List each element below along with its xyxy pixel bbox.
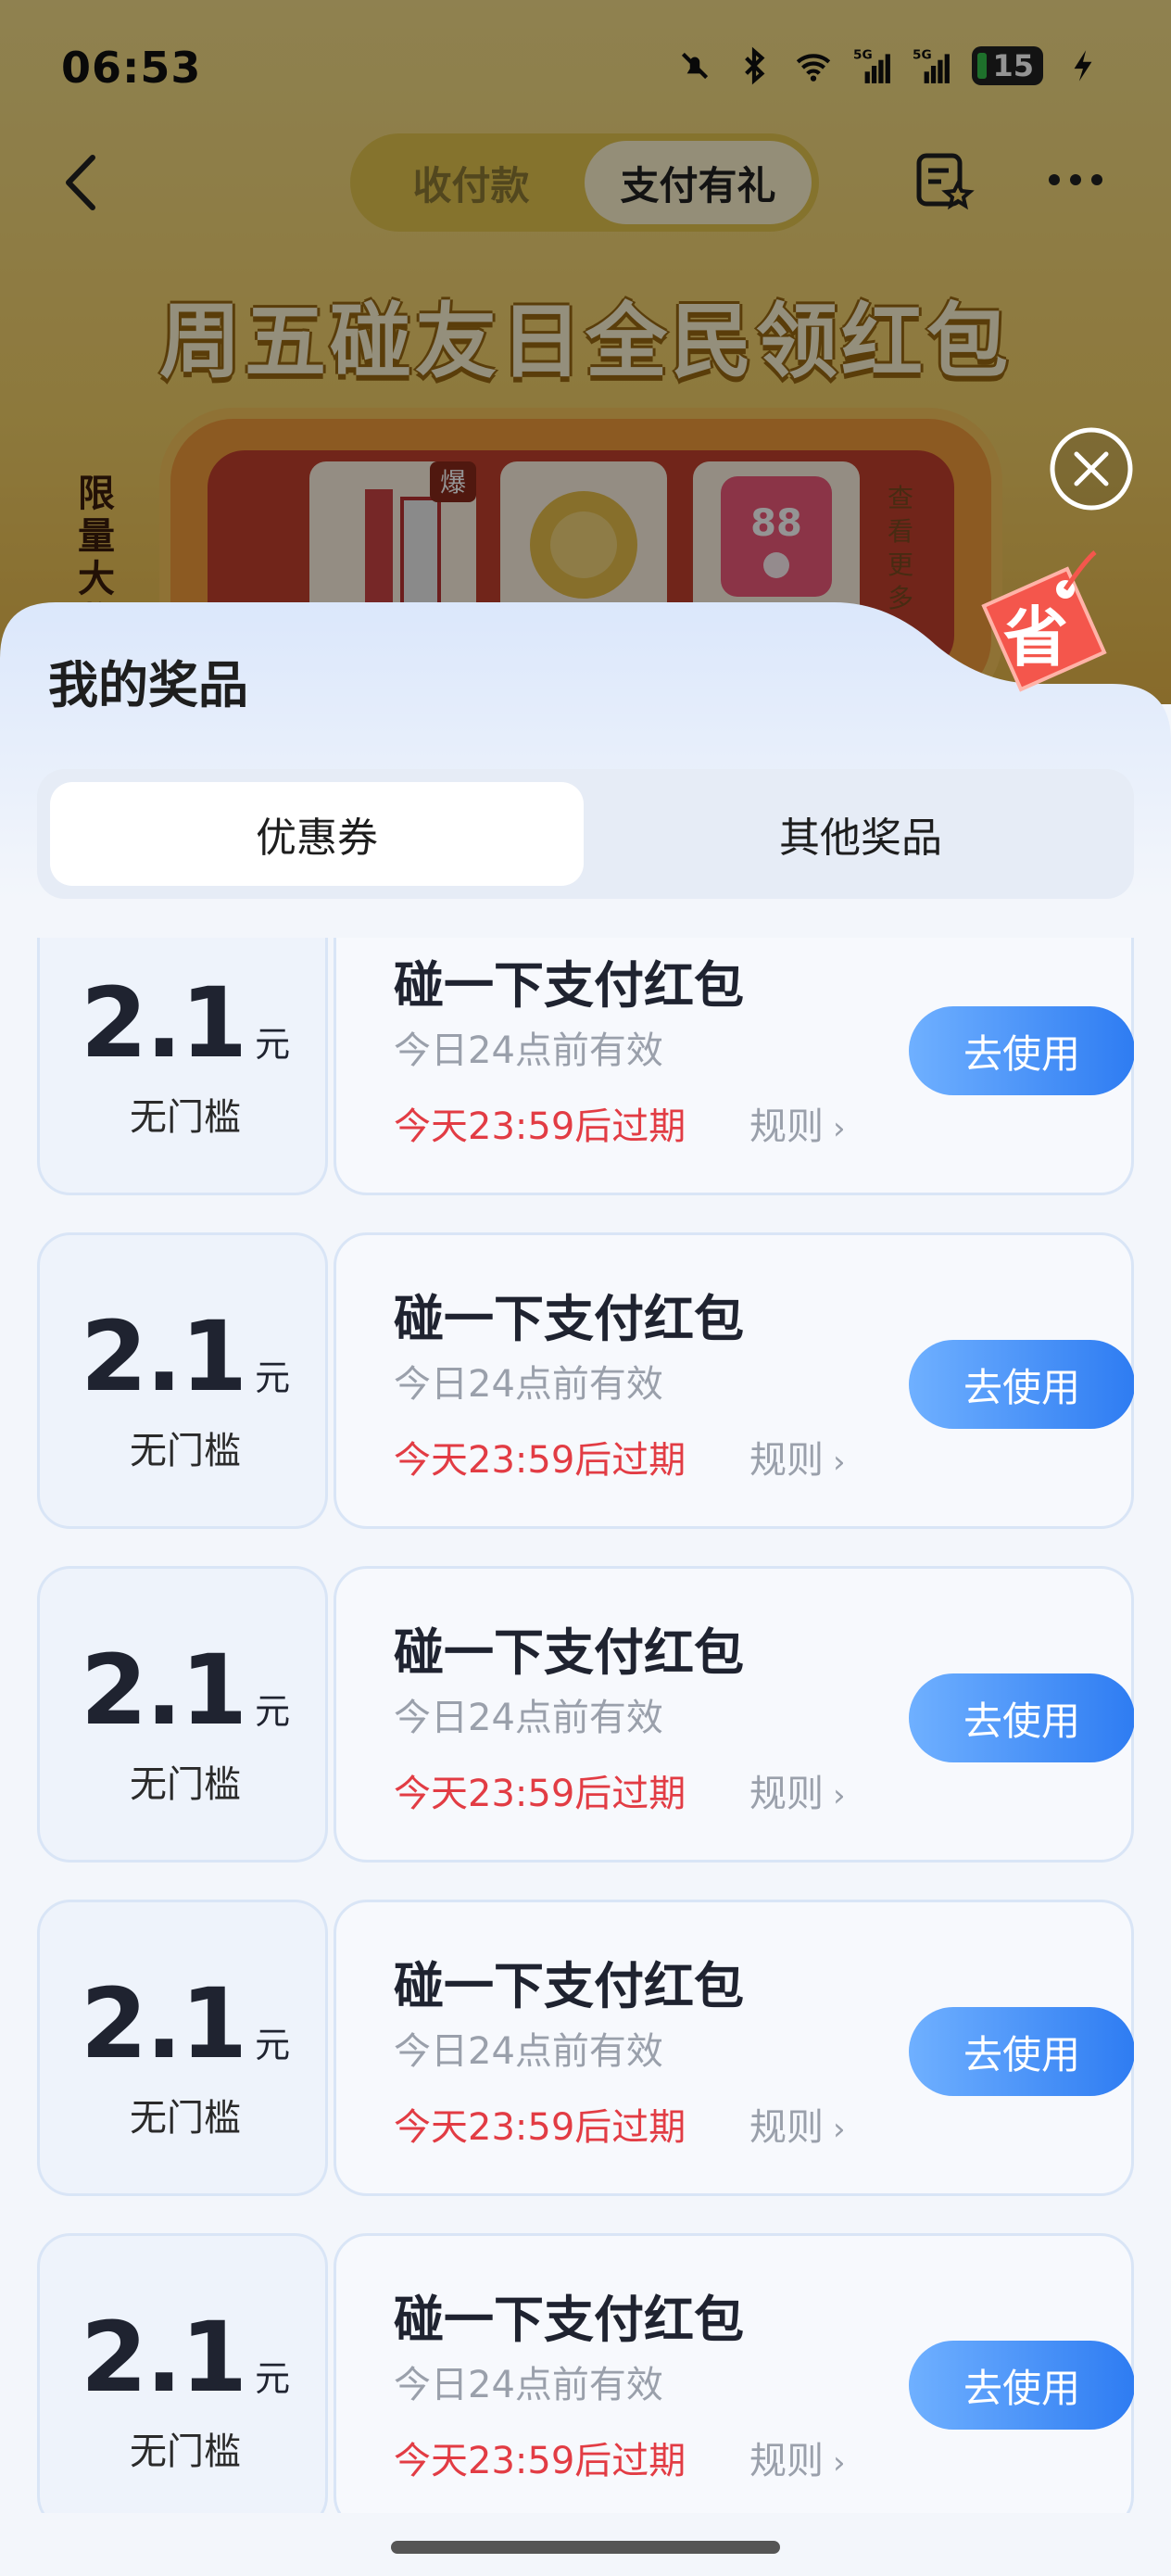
coupon-rule-link[interactable]: 规则 › [749, 2431, 846, 2484]
rule-label: 规则 [749, 1439, 824, 1482]
coupon-validity: 今日24点前有效 [394, 2364, 663, 2406]
coupon-expiry: 今天23:59后过期 [394, 2106, 686, 2149]
coupon-rule-link[interactable]: 规则 › [749, 1096, 846, 1150]
chevron-right-icon: › [833, 1777, 846, 1814]
coupon-rule-link[interactable]: 规则 › [749, 1763, 846, 1817]
sheet-title: 我的奖品 [48, 656, 248, 714]
coupon-unit: 元 [255, 1691, 291, 1732]
coupon-card: 2.1 元 无门槛 碰一下支付红包 今日24点前有效 今天23:59后过期 规则 ›… [37, 1900, 1134, 2196]
coupon-amount-panel: 2.1 元 无门槛 [37, 2233, 328, 2513]
tab-coupons[interactable]: 优惠券 [50, 782, 584, 886]
coupon-validity: 今日24点前有效 [394, 1697, 663, 1739]
coupon-amount-panel: 2.1 元 无门槛 [37, 938, 328, 1195]
coupon-title: 碰一下支付红包 [394, 1290, 744, 1348]
coupon-unit: 元 [255, 2358, 291, 2399]
coupon-card: 2.1 元 无门槛 碰一下支付红包 今日24点前有效 今天23:59后过期 规则 ›… [37, 2233, 1134, 2513]
chevron-right-icon: › [833, 1444, 846, 1481]
coupon-title: 碰一下支付红包 [394, 1623, 744, 1682]
coupon-validity: 今日24点前有效 [394, 2030, 663, 2073]
coupon-unit: 元 [255, 2025, 291, 2065]
svg-text:省: 省 [1003, 600, 1068, 676]
coupon-validity: 今日24点前有效 [394, 1363, 663, 1406]
coupon-expiry: 今天23:59后过期 [394, 1105, 686, 1148]
chevron-right-icon: › [833, 2444, 846, 2481]
coupon-unit: 元 [255, 1357, 291, 1398]
coupon-rule-link[interactable]: 规则 › [749, 2097, 846, 2151]
coupon-amount: 2.1 [80, 2301, 247, 2414]
close-icon[interactable] [1049, 426, 1134, 511]
prizes-sheet: 我的奖品 省 优惠券 其他奖品 2.1 元 无门槛 碰一下支付红包 今日24点前有… [0, 550, 1171, 2576]
coupon-card: 2.1 元 无门槛 碰一下支付红包 今日24点前有效 今天23:59后过期 规则 ›… [37, 1566, 1134, 1863]
save-tag-icon: 省 [981, 550, 1107, 692]
use-coupon-button[interactable]: 去使用 [909, 2341, 1134, 2430]
coupon-condition: 无门槛 [130, 1096, 241, 1139]
coupon-amount: 2.1 [80, 966, 247, 1080]
coupon-title: 碰一下支付红包 [394, 956, 744, 1015]
coupon-expiry: 今天23:59后过期 [394, 2440, 686, 2482]
coupon-amount-panel: 2.1 元 无门槛 [37, 1566, 328, 1863]
coupon-expiry: 今天23:59后过期 [394, 1773, 686, 1815]
coupon-card: 2.1 元 无门槛 碰一下支付红包 今日24点前有效 今天23:59后过期 规则 ›… [37, 938, 1134, 1195]
coupon-condition: 无门槛 [130, 2431, 241, 2473]
coupon-info-panel: 碰一下支付红包 今日24点前有效 今天23:59后过期 规则 › 去使用 [334, 2233, 1134, 2513]
coupon-validity: 今日24点前有效 [394, 1029, 663, 1072]
coupon-amount-panel: 2.1 元 无门槛 [37, 1232, 328, 1529]
coupon-expiry: 今天23:59后过期 [394, 1439, 686, 1482]
coupon-unit: 元 [255, 1024, 291, 1065]
coupon-title: 碰一下支付红包 [394, 2291, 744, 2349]
coupon-amount: 2.1 [80, 1634, 247, 1747]
rule-label: 规则 [749, 1773, 824, 1815]
coupon-info-panel: 碰一下支付红包 今日24点前有效 今天23:59后过期 规则 › 去使用 [334, 938, 1134, 1195]
coupon-condition: 无门槛 [130, 2097, 241, 2140]
use-coupon-button[interactable]: 去使用 [909, 1340, 1134, 1429]
rule-label: 规则 [749, 2106, 824, 2149]
coupon-info-panel: 碰一下支付红包 今日24点前有效 今天23:59后过期 规则 › 去使用 [334, 1566, 1134, 1863]
use-coupon-button[interactable]: 去使用 [909, 1006, 1134, 1095]
coupon-amount-panel: 2.1 元 无门槛 [37, 1900, 328, 2196]
use-coupon-button[interactable]: 去使用 [909, 1673, 1134, 1762]
rule-label: 规则 [749, 2440, 824, 2482]
use-coupon-button[interactable]: 去使用 [909, 2007, 1134, 2096]
prize-tabs: 优惠券 其他奖品 [37, 769, 1134, 899]
coupon-list[interactable]: 2.1 元 无门槛 碰一下支付红包 今日24点前有效 今天23:59后过期 规则 ›… [37, 938, 1134, 2513]
coupon-info-panel: 碰一下支付红包 今日24点前有效 今天23:59后过期 规则 › 去使用 [334, 1232, 1134, 1529]
coupon-title: 碰一下支付红包 [394, 1957, 744, 2015]
coupon-condition: 无门槛 [130, 1763, 241, 1806]
tab-other-prizes[interactable]: 其他奖品 [600, 782, 1121, 886]
coupon-rule-link[interactable]: 规则 › [749, 1430, 846, 1484]
coupon-amount: 2.1 [80, 1967, 247, 2080]
coupon-condition: 无门槛 [130, 1430, 241, 1472]
rule-label: 规则 [749, 1105, 824, 1148]
coupon-card: 2.1 元 无门槛 碰一下支付红包 今日24点前有效 今天23:59后过期 规则 ›… [37, 1232, 1134, 1529]
chevron-right-icon: › [833, 2111, 846, 2148]
home-indicator[interactable] [391, 2541, 780, 2554]
coupon-amount: 2.1 [80, 1300, 247, 1413]
chevron-right-icon: › [833, 1110, 846, 1147]
coupon-info-panel: 碰一下支付红包 今日24点前有效 今天23:59后过期 规则 › 去使用 [334, 1900, 1134, 2196]
